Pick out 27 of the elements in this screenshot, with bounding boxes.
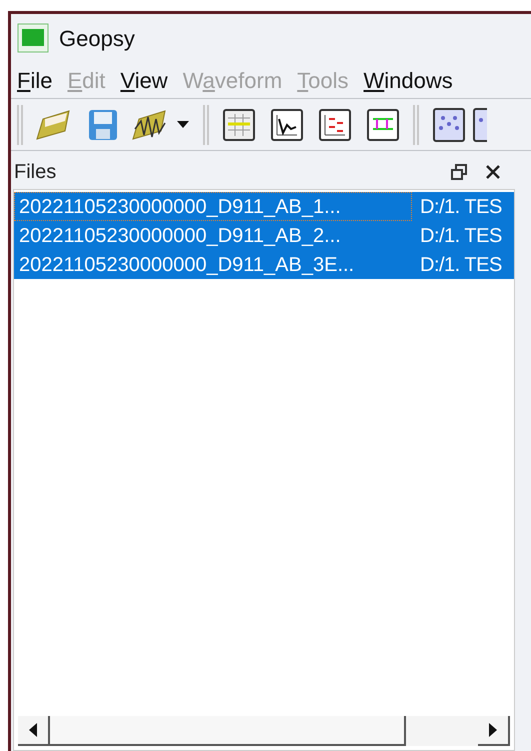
dots-icon[interactable] <box>433 108 465 142</box>
menu-item[interactable]: View <box>120 64 168 96</box>
chart-icon[interactable] <box>367 108 399 140</box>
file-path-cell-text: D:/1. TES <box>419 194 502 220</box>
menu-item[interactable]: File <box>17 64 52 96</box>
graph-icon[interactable] <box>271 108 303 140</box>
file-path-cell-text: D:/1. TES <box>419 224 502 248</box>
file-name-cell-text: 20221105230000000_D911_AB_3E... <box>18 252 356 278</box>
app-icon <box>17 23 49 53</box>
window-title: Geopsy <box>59 24 135 53</box>
file-row[interactable]: 20221105230000000_D911_AB_2... D:/1. TES <box>14 221 514 250</box>
file-row[interactable]: 20221105230000000_D911_AB_3E... D:/1. TES <box>14 250 514 279</box>
scrollbar-thumb[interactable] <box>50 716 406 746</box>
close-icon[interactable] <box>485 164 501 180</box>
right-arrow-icon <box>489 723 497 737</box>
left-arrow-icon <box>29 723 37 737</box>
float-window-icon[interactable] <box>451 164 467 180</box>
scroll-right-button[interactable] <box>478 716 510 746</box>
panel-title: Files <box>14 160 58 185</box>
caret-icon[interactable] <box>177 120 189 128</box>
chart-icon[interactable] <box>319 108 351 140</box>
table-icon[interactable] <box>223 108 255 140</box>
menu-item[interactable]: Windows <box>364 64 453 96</box>
file-name-cell-text: 20221105230000000_D911_AB_2... <box>18 224 342 248</box>
dots-icon[interactable] <box>473 108 487 142</box>
file-path-cell-text: D:/1. TES <box>419 252 502 278</box>
file-row[interactable]: 20221105230000000_D911_AB_1... D:/1. TES <box>14 192 514 221</box>
